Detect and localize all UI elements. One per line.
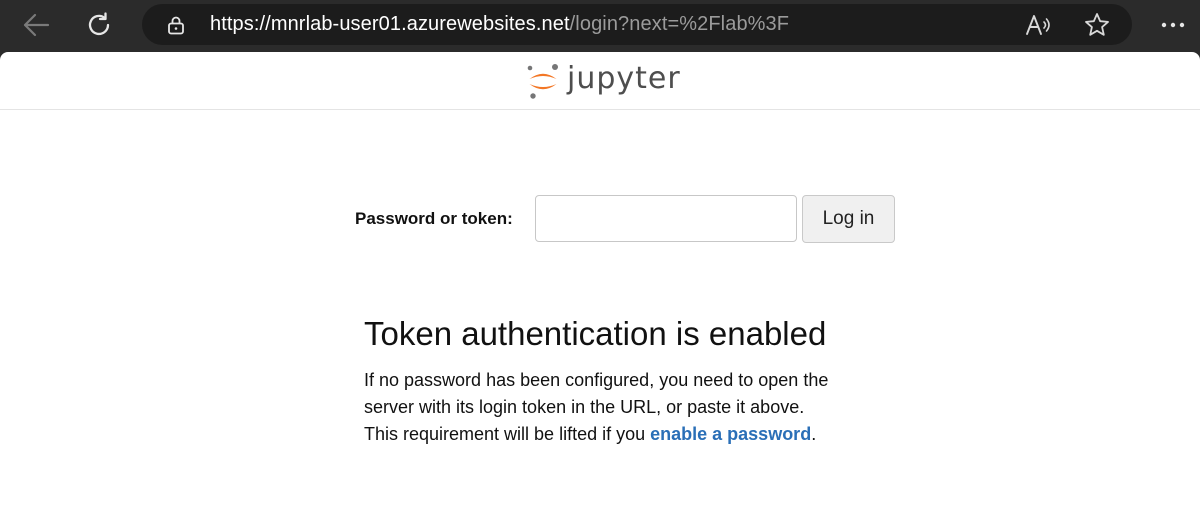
jupyter-logo-icon[interactable] [526,62,560,100]
reload-button[interactable] [81,8,117,42]
browser-toolbar: https://mnrlab-user01.azurewebsites.net/… [0,0,1200,50]
favorite-button[interactable] [1082,11,1112,39]
url-base: https://mnrlab-user01.azurewebsites.net [210,13,570,35]
favorite-star-icon [1085,13,1109,36]
jupyter-header: jupyter [0,52,1200,110]
more-menu-icon [1161,22,1185,28]
jupyter-wordmark: jupyter [567,61,681,96]
address-bar[interactable]: https://mnrlab-user01.azurewebsites.net/… [142,4,1132,45]
token-info: Token authentication is enabled If no pa… [364,315,834,448]
read-aloud-button[interactable] [1024,11,1054,39]
info-body: If no password has been configured, you … [364,367,834,448]
login-button[interactable]: Log in [802,195,895,243]
back-arrow-icon [23,13,50,37]
info-body-end: . [811,424,817,444]
url-text[interactable]: https://mnrlab-user01.azurewebsites.net/… [210,4,789,45]
read-aloud-icon [1026,15,1050,35]
page-content: jupyter Password or token: Log in Token … [0,52,1200,521]
login-form: Password or token: Log in [355,195,900,245]
more-menu-button[interactable] [1158,10,1188,40]
info-title: Token authentication is enabled [364,315,827,352]
password-input[interactable] [535,195,797,242]
password-label: Password or token: [355,209,513,228]
lock-icon[interactable] [166,15,186,35]
reload-icon [88,12,110,36]
enable-password-link[interactable]: enable a password [650,424,811,444]
url-path: /login?next=%2Flab%3F [569,13,790,35]
back-button[interactable] [18,8,54,42]
